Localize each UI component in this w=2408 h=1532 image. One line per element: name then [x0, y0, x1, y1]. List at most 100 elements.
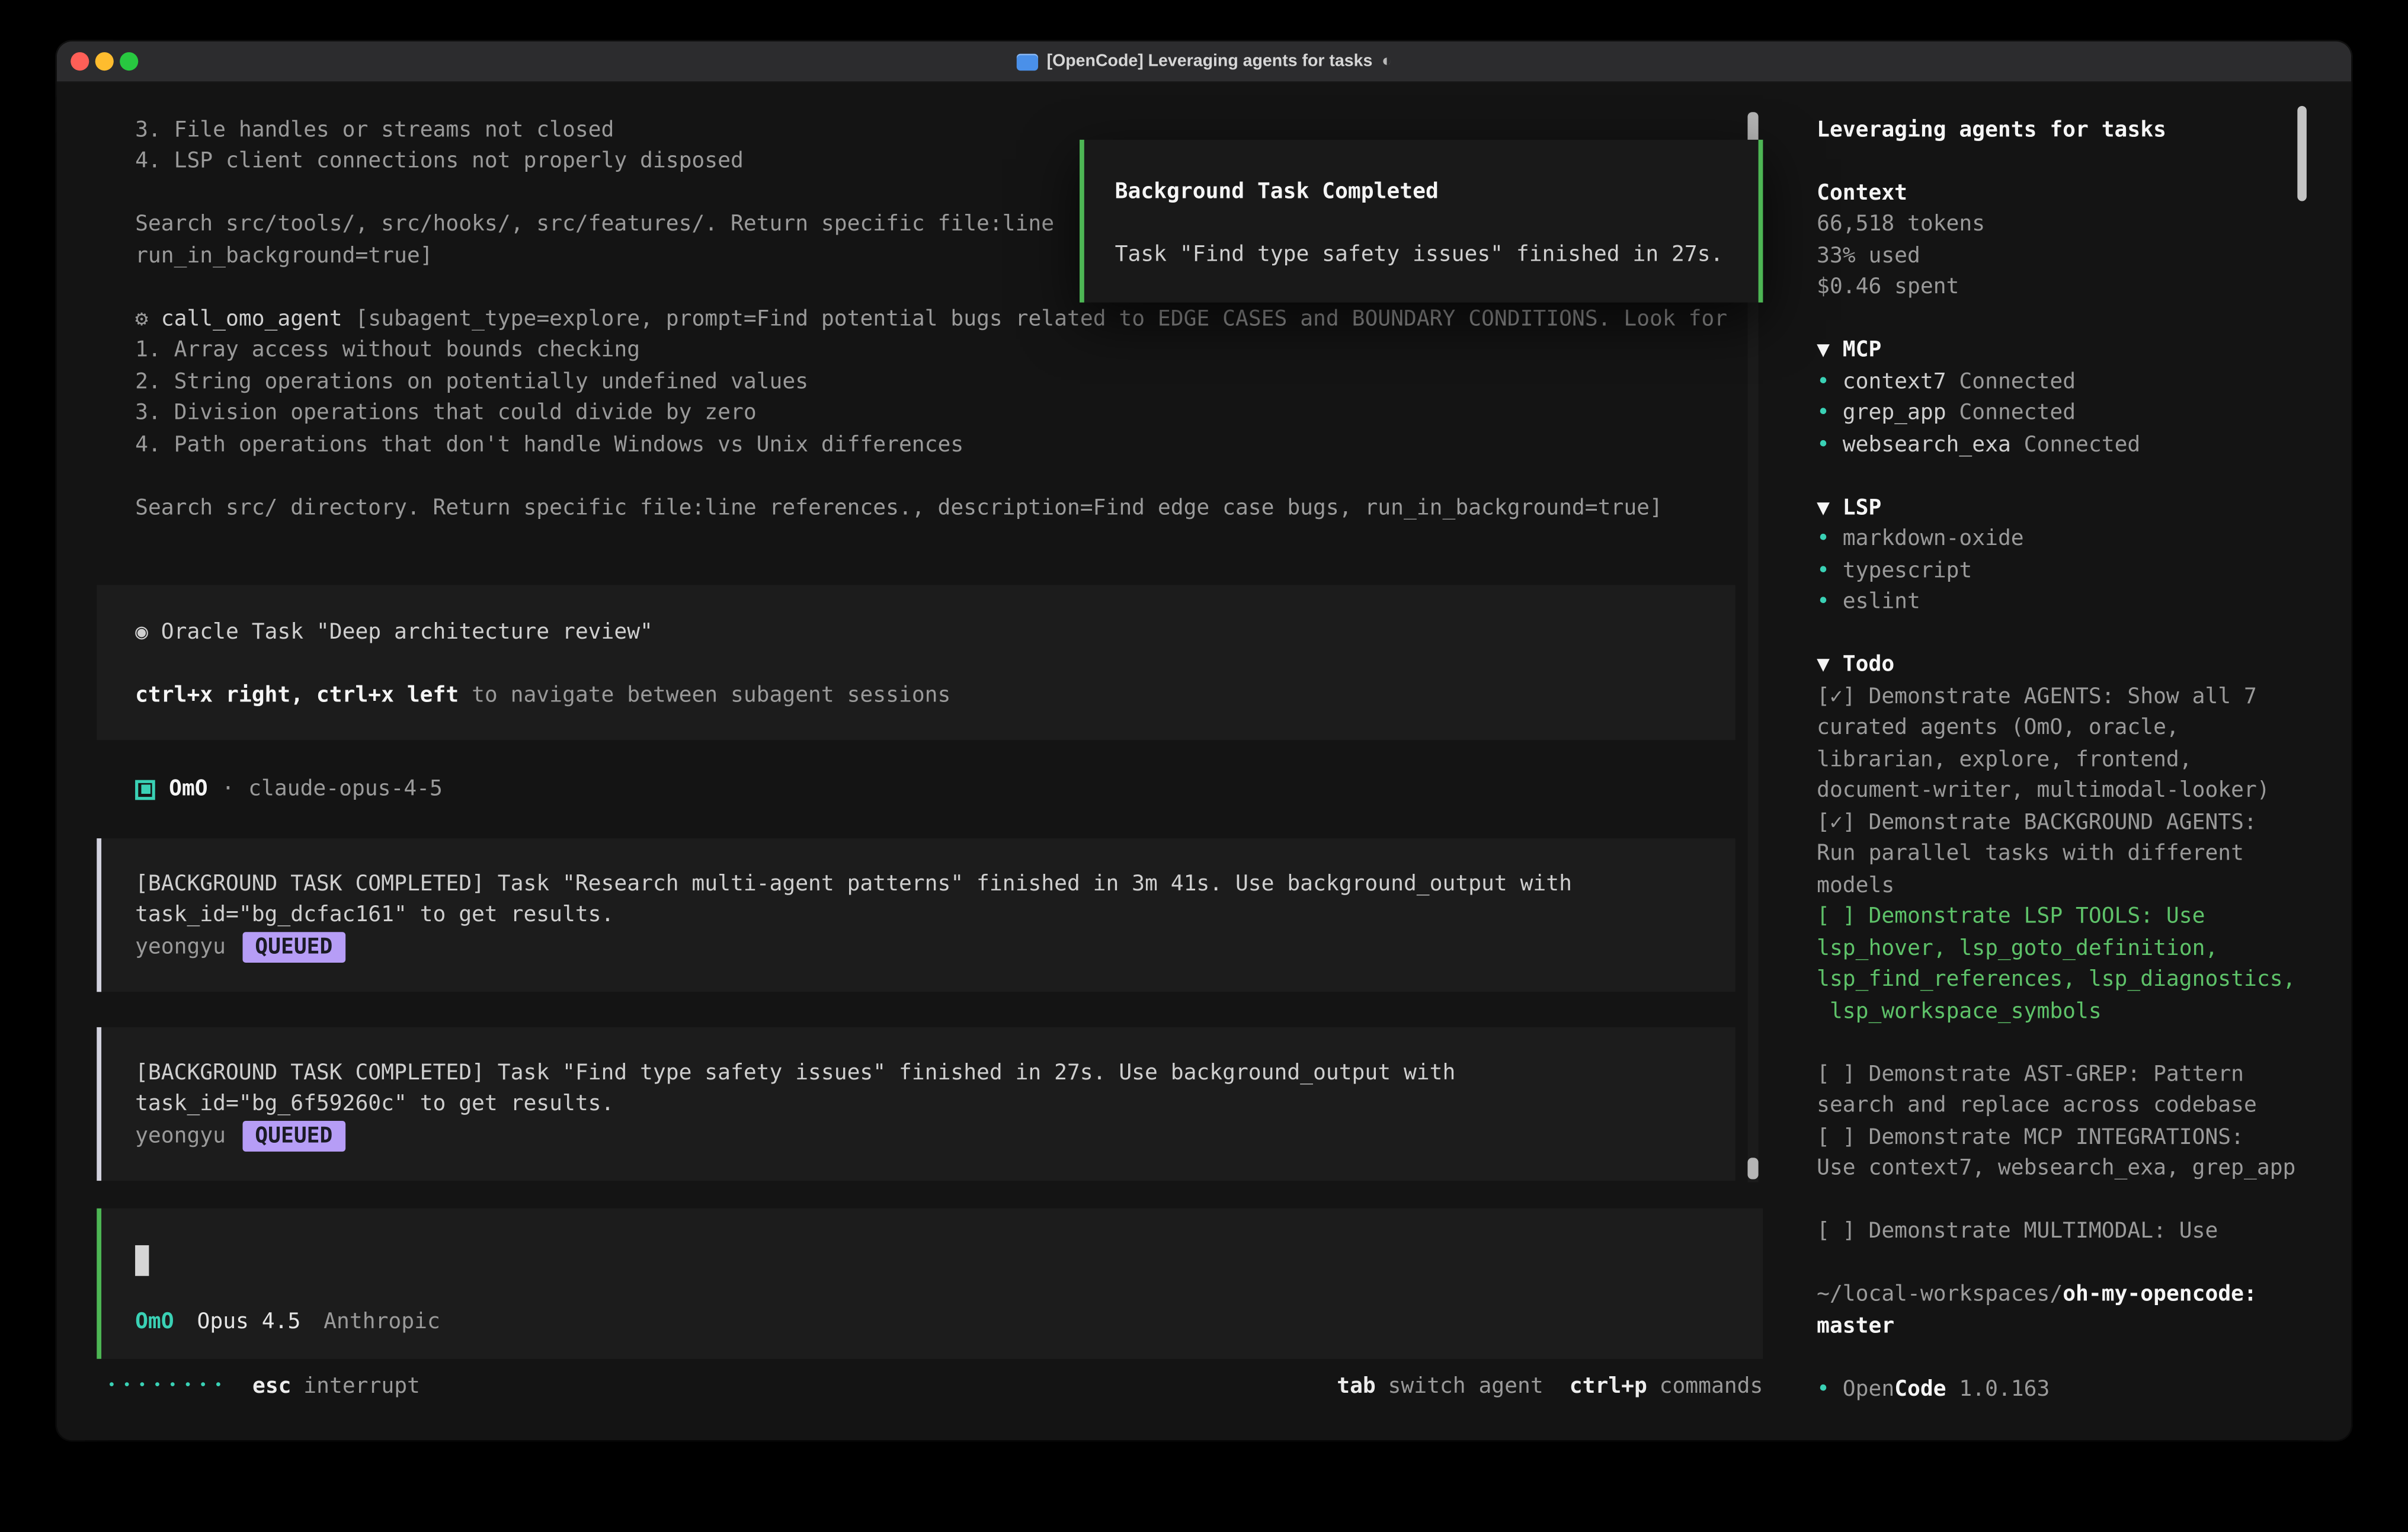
mcp-item-text: context7	[1843, 370, 1946, 394]
titlebar[interactable]: [OpenCode] Leveraging agents for tasks ◐	[57, 41, 2351, 83]
status-badge: QUEUED	[243, 932, 345, 963]
chat-area: 3. File handles or streams not closed4. …	[57, 83, 1792, 1440]
lsp-item-text: eslint	[1843, 590, 1920, 614]
todo-item: [ ] Demonstrate MULTIMODAL: Use	[1817, 1216, 2351, 1248]
oracle-task-hint-text: ctrl+x right, ctrl+x left	[135, 683, 459, 707]
shortcut-hint: tabswitch agent	[1337, 1373, 1543, 1398]
log-line-text: Search src/tools/, src/hooks/, src/featu…	[135, 212, 1054, 236]
input-model-label: Opus 4.5	[197, 1310, 301, 1334]
lsp-item: • eslint	[1817, 587, 2351, 618]
todo-item: librarian, explore, frontend,	[1817, 744, 2351, 775]
version-line-text: 1.0.163	[1946, 1377, 2050, 1401]
context-heading-text: Context	[1817, 181, 1907, 205]
spinner-dots: ••••••••	[107, 1378, 229, 1393]
agent-name: OmO	[169, 777, 208, 801]
traffic-lights	[71, 41, 138, 81]
background-task-toast[interactable]: Background Task Completed Task "Find typ…	[1080, 140, 1763, 303]
sidebar-line	[1817, 1248, 2351, 1279]
log-line: ⚙ call_omo_agent [subagent_type=explore,…	[135, 304, 1780, 335]
log-line-text: [subagent_type=explore, prompt=Find pote…	[342, 307, 1727, 331]
todo-item: search and replace across codebase	[1817, 1091, 2351, 1122]
log-line	[135, 461, 1780, 492]
sidebar-line	[1817, 1342, 2351, 1374]
input-provider-label: Anthropic	[324, 1310, 440, 1334]
shortcut-key: esc	[252, 1373, 292, 1398]
version-line-text: Code	[1894, 1377, 1946, 1401]
shortcut-label: commands	[1660, 1373, 1763, 1398]
sidebar-scrollbar[interactable]	[2297, 106, 2307, 201]
todo-item: Run parallel tasks with different	[1817, 839, 2351, 870]
shortcut-key: ctrl+p	[1570, 1373, 1647, 1398]
minimize-button[interactable]	[95, 52, 114, 70]
text-cursor	[135, 1245, 149, 1276]
oracle-task-panel[interactable]: ◉ Oracle Task "Deep architecture review"…	[97, 585, 1735, 740]
lsp-header-text: ▼ LSP	[1817, 496, 1881, 520]
todo-item-text: [✓] Demonstrate AGENTS: Show all 7	[1817, 684, 2257, 709]
workspace-path-text: oh-my-opencode:	[2063, 1283, 2257, 1307]
session-title: Leveraging agents for tasks	[1817, 115, 2351, 146]
agent-square-icon	[135, 779, 155, 799]
log-line: 4. Path operations that don't handle Win…	[135, 430, 1780, 461]
todo-item-active: lsp_workspace_symbols	[1817, 996, 2351, 1027]
mcp-item-text: •	[1817, 401, 1843, 425]
statusbar-right-hints: tabswitch agent ctrl+p commands	[1337, 1373, 1763, 1398]
todo-item: [ ] Demonstrate AST-GREP: Pattern	[1817, 1059, 2351, 1091]
todo-item-active-text: lsp_workspace_symbols	[1817, 999, 2102, 1024]
todo-item-text: models	[1817, 873, 1894, 898]
todo-item-active-text: lsp_hover, lsp_goto_definition,	[1817, 936, 2218, 960]
context-used: 33% used	[1817, 241, 2351, 272]
status-badge: QUEUED	[243, 1121, 345, 1152]
mcp-item-text: Connected	[1946, 370, 2076, 394]
close-button[interactable]	[71, 52, 89, 70]
workspace-path-text: ~/local-workspaces/	[1817, 1283, 2063, 1307]
sidebar: Leveraging agents for tasks Context 66,518…	[1792, 83, 2351, 1440]
toast-body: Task "Find type safety issues" finished …	[1115, 239, 1759, 271]
mcp-item-text: •	[1817, 370, 1843, 394]
todo-item: [ ] Demonstrate MCP INTEGRATIONS:	[1817, 1122, 2351, 1153]
log-line: 2. String operations on potentially unde…	[135, 367, 1780, 398]
scrollbar-thumb[interactable]	[1747, 1158, 1758, 1179]
todo-item: curated agents (OmO, oracle,	[1817, 713, 2351, 744]
todo-header-text: ▼ Todo	[1817, 653, 1894, 677]
log-line-text: 4. LSP client connections not properly d…	[135, 149, 744, 174]
workspace-path: ~/local-workspaces/oh-my-opencode:	[1817, 1280, 2351, 1311]
sidebar-line	[1817, 304, 2351, 335]
mcp-item: • websearch_exa Connected	[1817, 430, 2351, 461]
workspace-branch-text: master	[1817, 1314, 1894, 1338]
mcp-header: ▼ MCP	[1817, 335, 2351, 367]
lsp-header: ▼ LSP	[1817, 492, 2351, 524]
window-title-wrap: [OpenCode] Leveraging agents for tasks ◐	[1016, 52, 1392, 70]
opencode-window: [OpenCode] Leveraging agents for tasks ◐…	[57, 41, 2351, 1440]
log-line: Search src/ directory. Return specific f…	[135, 492, 1780, 524]
input-meta: OmO Opus 4.5 Anthropic	[135, 1305, 440, 1339]
prompt-input[interactable]: OmO Opus 4.5 Anthropic	[97, 1209, 1763, 1359]
session-busy-icon: ◐	[1382, 52, 1392, 70]
lsp-item-text: •	[1817, 559, 1843, 583]
todo-item-text: curated agents (OmO, oracle,	[1817, 716, 2179, 740]
message-line-2: task_id="bg_dcfac161" to get results.	[135, 900, 1735, 931]
context-used-text: 33% used	[1817, 243, 1920, 268]
desktop: [OpenCode] Leveraging agents for tasks ◐…	[0, 0, 2408, 1532]
agent-model: claude-opus-4-5	[248, 777, 443, 801]
zoom-button[interactable]	[120, 52, 138, 70]
oracle-task-title: ◉ Oracle Task "Deep architecture review"	[135, 617, 1735, 648]
context-tokens-text: 66,518 tokens	[1817, 212, 1985, 236]
mcp-item-text: Connected	[1946, 401, 2076, 425]
todo-item-text: [ ] Demonstrate MCP INTEGRATIONS:	[1817, 1125, 2244, 1149]
mcp-item-text: grep_app	[1843, 401, 1946, 425]
background-task-message: [BACKGROUND TASK COMPLETED] Task "Resear…	[97, 838, 1735, 992]
lsp-item: • markdown-oxide	[1817, 524, 2351, 555]
sidebar-line	[1817, 146, 2351, 178]
todo-item: document-writer, multimodal-looker)	[1817, 776, 2351, 807]
todo-item-text: [✓] Demonstrate BACKGROUND AGENTS:	[1817, 810, 2257, 835]
message-line-1: [BACKGROUND TASK COMPLETED] Task "Resear…	[135, 868, 1735, 900]
message-meta: yeongyuQUEUED	[135, 932, 1735, 963]
log-line-text: 4. Path operations that don't handle Win…	[135, 432, 963, 457]
shortcut-label: interrupt	[303, 1373, 420, 1398]
lsp-item: • typescript	[1817, 556, 2351, 587]
lsp-item-text: •	[1817, 590, 1843, 614]
oracle-task-hint-text: to navigate between subagent sessions	[459, 683, 950, 707]
oracle-task-content: ◉ Oracle Task "Deep architecture review"…	[135, 617, 1735, 711]
context-heading: Context	[1817, 178, 2351, 209]
lsp-item-text: markdown-oxide	[1843, 527, 2024, 552]
